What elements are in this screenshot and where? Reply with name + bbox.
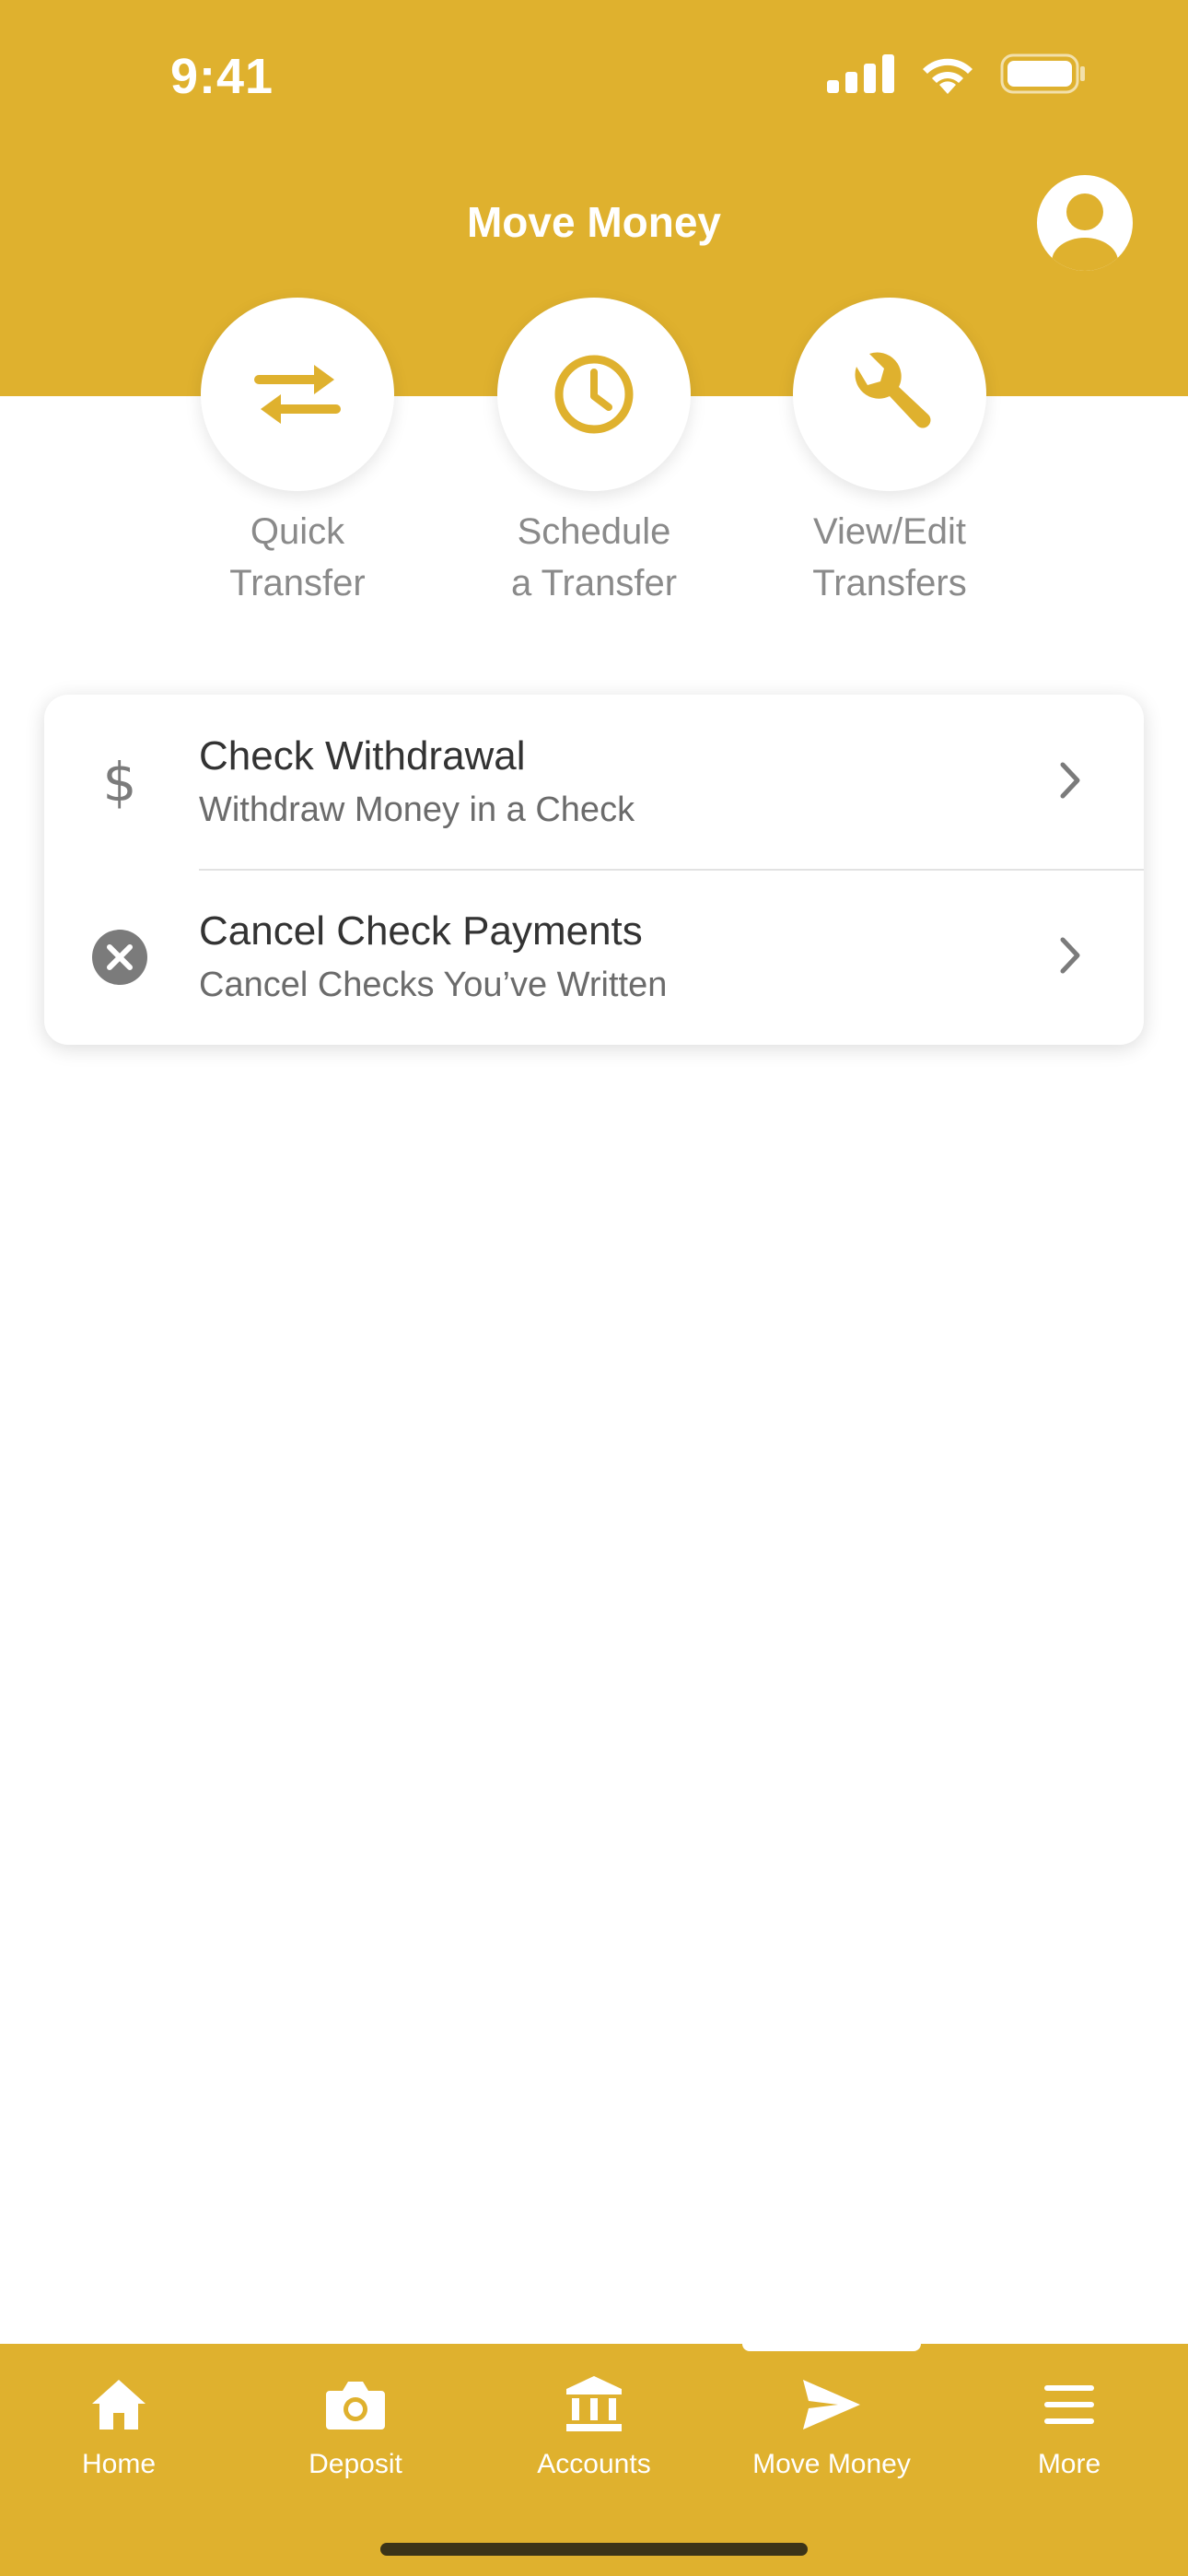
tab-more[interactable]: More [968,2371,1171,2480]
tab-bar: Home Deposit Accounts Move Money More [0,2338,1188,2576]
cancel-check-payments-subtitle: Cancel Checks You’ve Written [199,966,668,1004]
view-edit-transfers-action[interactable]: View/Edit Transfers [770,298,1009,609]
battery-icon [1000,53,1085,94]
quick-transfer-action[interactable]: Quick Transfer [178,298,417,609]
camera-icon [326,2382,385,2430]
view-edit-transfers-label: View/Edit Transfers [812,511,967,603]
tab-move-money-label: Move Money [752,2449,911,2479]
check-withdrawal-subtitle: Withdraw Money in a Check [199,790,635,829]
profile-button[interactable] [1037,175,1133,271]
active-tab-indicator [742,2338,921,2351]
view-edit-transfers-button[interactable] [793,298,986,491]
check-withdrawal-row[interactable]: $ Check Withdrawal Withdraw Money in a C… [44,695,1144,871]
tab-home[interactable]: Home [17,2371,220,2480]
cancel-check-payments-title: Cancel Check Payments [199,908,643,954]
home-icon [92,2380,146,2430]
send-icon [803,2380,860,2430]
page-title: Move Money [466,198,722,246]
cellular-signal-icon [827,54,894,93]
status-icons [827,53,1087,94]
options-card: $ Check Withdrawal Withdraw Money in a C… [44,695,1144,1045]
user-circle-icon [1052,193,1118,271]
transfer-arrows-icon [254,365,341,424]
check-withdrawal-title: Check Withdrawal [199,733,526,779]
clock-icon [554,355,634,434]
chevron-right-icon [1060,762,1080,799]
home-indicator[interactable] [380,2543,808,2556]
tab-more-label: More [1037,2449,1101,2479]
dollar-icon: $ [90,753,149,812]
tab-accounts-label: Accounts [537,2449,651,2479]
schedule-transfer-label: Schedule a Transfer [510,511,678,603]
schedule-transfer-action[interactable]: Schedule a Transfer [474,298,714,609]
wrench-icon [855,352,931,428]
quick-transfer-label: Quick Transfer [229,511,366,603]
svg-text:$: $ [103,755,137,810]
chevron-right-icon [1060,937,1080,974]
wifi-icon [923,58,973,94]
tab-home-label: Home [81,2449,157,2479]
tab-accounts[interactable]: Accounts [493,2371,695,2480]
menu-icon [1044,2385,1094,2424]
cancel-circle-icon [90,928,149,987]
tab-deposit[interactable]: Deposit [254,2371,457,2480]
bank-icon [566,2376,622,2431]
cancel-check-payments-row[interactable]: Cancel Check Payments Cancel Checks You’… [44,870,1144,1045]
quick-transfer-button[interactable] [201,298,394,491]
schedule-transfer-button[interactable] [497,298,691,491]
tab-move-money[interactable]: Move Money [730,2371,933,2480]
status-time: 9:41 [170,49,274,104]
tab-deposit-label: Deposit [309,2449,402,2479]
